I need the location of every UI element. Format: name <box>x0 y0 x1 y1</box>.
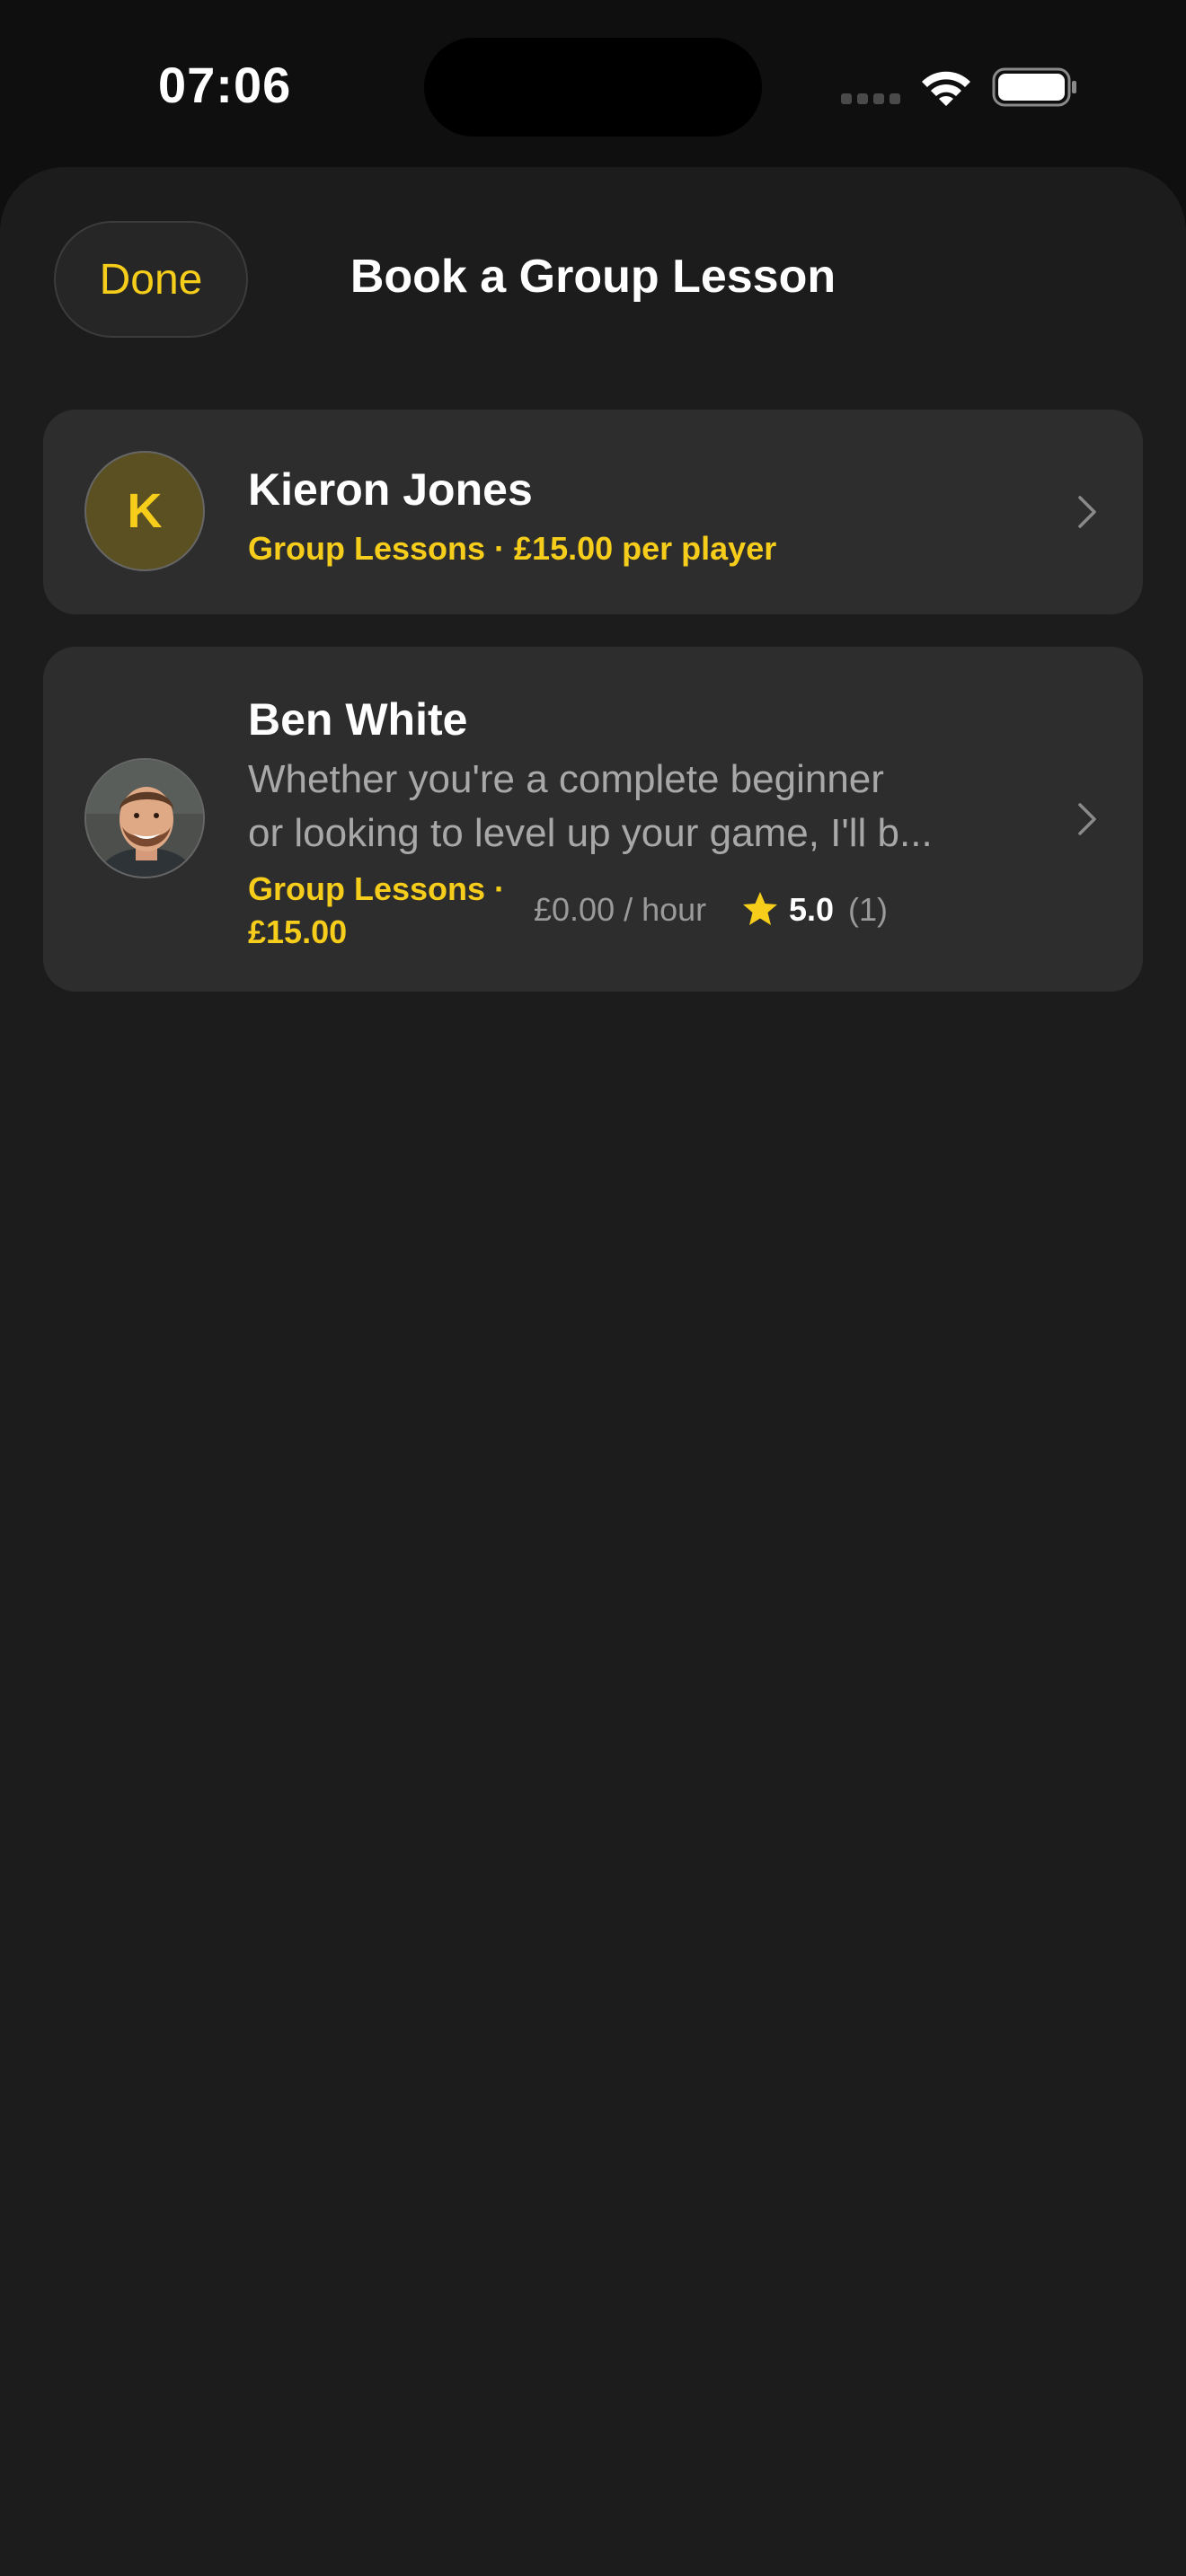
screen: 07:06 Done Book a Group Lesson K Kieron … <box>0 0 1186 2576</box>
status-time: 07:06 <box>158 57 292 113</box>
group-lessons-label: Group Lessons · <box>248 870 506 907</box>
chevron-right-icon <box>1078 496 1096 528</box>
rating-value: 5.0 <box>789 891 835 928</box>
group-lessons-price: Group Lessons · £15.00 <box>248 868 518 954</box>
sheet-title: Book a Group Lesson <box>350 251 836 303</box>
star-icon <box>743 892 777 925</box>
chevron-right-icon <box>1078 803 1096 835</box>
group-lessons-amount: £15.00 <box>248 913 348 950</box>
avatar: K <box>84 451 205 571</box>
rating-count: (1) <box>848 891 888 928</box>
hourly-rate: £0.00 / hour <box>534 891 707 928</box>
booking-sheet: Done Book a Group Lesson K Kieron Jones … <box>0 167 1186 2576</box>
avatar-initial: K <box>127 484 163 538</box>
coach-name: Ben White <box>248 694 468 745</box>
coach-description: Whether you're a complete beginner or lo… <box>248 753 985 860</box>
description-line: or looking to level up your game, I'll b… <box>248 811 933 855</box>
status-bar: 07:06 <box>0 0 1186 167</box>
battery-icon <box>992 67 1076 107</box>
coach-card-kieron-jones[interactable]: K Kieron Jones Group Lessons · £15.00 pe… <box>43 410 1143 614</box>
coach-photo <box>86 760 203 877</box>
coach-name: Kieron Jones <box>248 464 533 515</box>
description-line: Whether you're a complete beginner <box>248 757 884 801</box>
group-lessons-price: Group Lessons · £15.00 per player <box>248 530 777 567</box>
wifi-icon <box>922 71 970 106</box>
cellular-signal-icon <box>841 93 900 106</box>
coach-card-ben-white[interactable]: Ben White Whether you're a complete begi… <box>43 647 1143 992</box>
dynamic-island <box>424 38 762 137</box>
avatar <box>84 758 205 878</box>
